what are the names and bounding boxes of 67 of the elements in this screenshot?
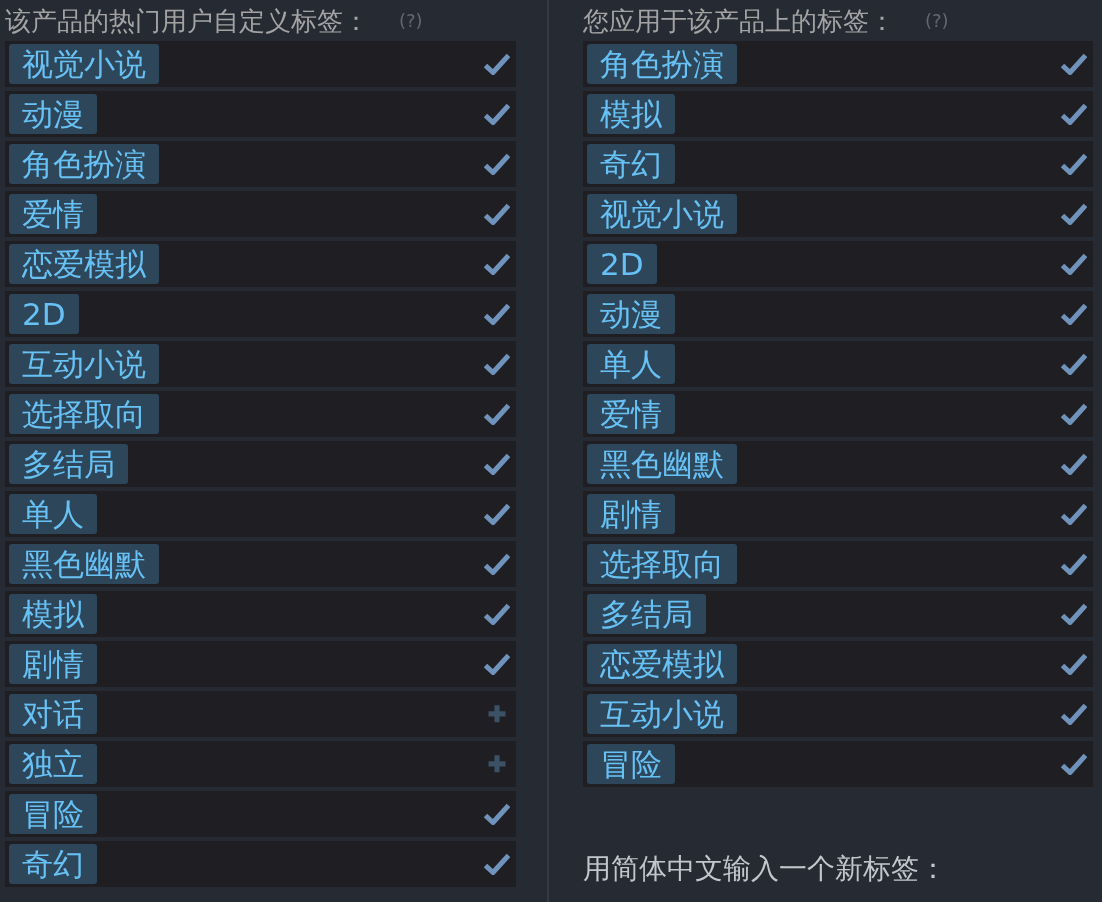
section-title: 您应用于该产品上的标签：: [583, 4, 895, 37]
tag-link[interactable]: 视觉小说: [9, 44, 159, 84]
check-icon[interactable]: [1061, 203, 1087, 225]
tag-link[interactable]: 多结局: [587, 594, 706, 634]
tag-link[interactable]: 爱情: [587, 394, 675, 434]
tag-link[interactable]: 选择取向: [587, 544, 737, 584]
tag-link[interactable]: 角色扮演: [9, 144, 159, 184]
tag-link[interactable]: 对话: [9, 694, 97, 734]
check-icon[interactable]: [484, 603, 510, 625]
check-icon[interactable]: [484, 653, 510, 675]
tag-link[interactable]: 剧情: [9, 644, 97, 684]
check-icon[interactable]: [1061, 703, 1087, 725]
check-icon[interactable]: [1061, 453, 1087, 475]
tag-link[interactable]: 冒险: [9, 794, 97, 834]
tag-link[interactable]: 奇幻: [587, 144, 675, 184]
tag-link[interactable]: 模拟: [587, 94, 675, 134]
tag-link[interactable]: 选择取向: [9, 394, 159, 434]
check-icon[interactable]: [1061, 653, 1087, 675]
new-tag-prompt: 用简体中文输入一个新标签：: [583, 851, 948, 887]
check-icon[interactable]: [484, 153, 510, 175]
check-icon[interactable]: [1061, 103, 1087, 125]
check-icon[interactable]: [484, 403, 510, 425]
tag-link[interactable]: 剧情: [587, 494, 675, 534]
tag-link[interactable]: 2D: [587, 244, 657, 284]
tag-link[interactable]: 视觉小说: [587, 194, 737, 234]
check-icon[interactable]: [1061, 53, 1087, 75]
tag-link[interactable]: 2D: [9, 294, 79, 334]
tag-link[interactable]: 黑色幽默: [9, 544, 159, 584]
check-icon[interactable]: [484, 303, 510, 325]
check-icon[interactable]: [484, 803, 510, 825]
tag-link[interactable]: 动漫: [9, 94, 97, 134]
tag-link[interactable]: 互动小说: [9, 344, 159, 384]
check-icon[interactable]: [1061, 503, 1087, 525]
check-icon[interactable]: [1061, 353, 1087, 375]
tag-link[interactable]: 互动小说: [587, 694, 737, 734]
check-icon[interactable]: [484, 553, 510, 575]
check-icon[interactable]: [484, 503, 510, 525]
tag-link[interactable]: 单人: [9, 494, 97, 534]
help-link[interactable]: (?): [399, 8, 423, 33]
help-link[interactable]: (?): [925, 8, 949, 33]
check-icon[interactable]: [1061, 553, 1087, 575]
tag-link[interactable]: 黑色幽默: [587, 444, 737, 484]
tag-link[interactable]: 动漫: [587, 294, 675, 334]
check-icon[interactable]: [484, 103, 510, 125]
check-icon[interactable]: [1061, 303, 1087, 325]
check-icon[interactable]: [484, 453, 510, 475]
check-icon[interactable]: [484, 203, 510, 225]
check-icon[interactable]: [1061, 153, 1087, 175]
tag-link[interactable]: 冒险: [587, 744, 675, 784]
tag-link[interactable]: 多结局: [9, 444, 128, 484]
tag-link[interactable]: 模拟: [9, 594, 97, 634]
check-icon[interactable]: [1061, 403, 1087, 425]
tag-link[interactable]: 恋爱模拟: [587, 644, 737, 684]
tag-link[interactable]: 奇幻: [9, 844, 97, 884]
check-icon[interactable]: [1061, 253, 1087, 275]
tag-link[interactable]: 爱情: [9, 194, 97, 234]
check-icon[interactable]: [484, 253, 510, 275]
check-icon[interactable]: [1061, 753, 1087, 775]
check-icon[interactable]: [484, 353, 510, 375]
section-title: 该产品的热门用户自定义标签：: [5, 4, 369, 37]
tag-link[interactable]: 单人: [587, 344, 675, 384]
tag-link[interactable]: 恋爱模拟: [9, 244, 159, 284]
check-icon[interactable]: [1061, 603, 1087, 625]
check-icon[interactable]: [484, 853, 510, 875]
tag-link[interactable]: 独立: [9, 744, 97, 784]
check-icon[interactable]: [484, 53, 510, 75]
tag-link[interactable]: 角色扮演: [587, 44, 737, 84]
